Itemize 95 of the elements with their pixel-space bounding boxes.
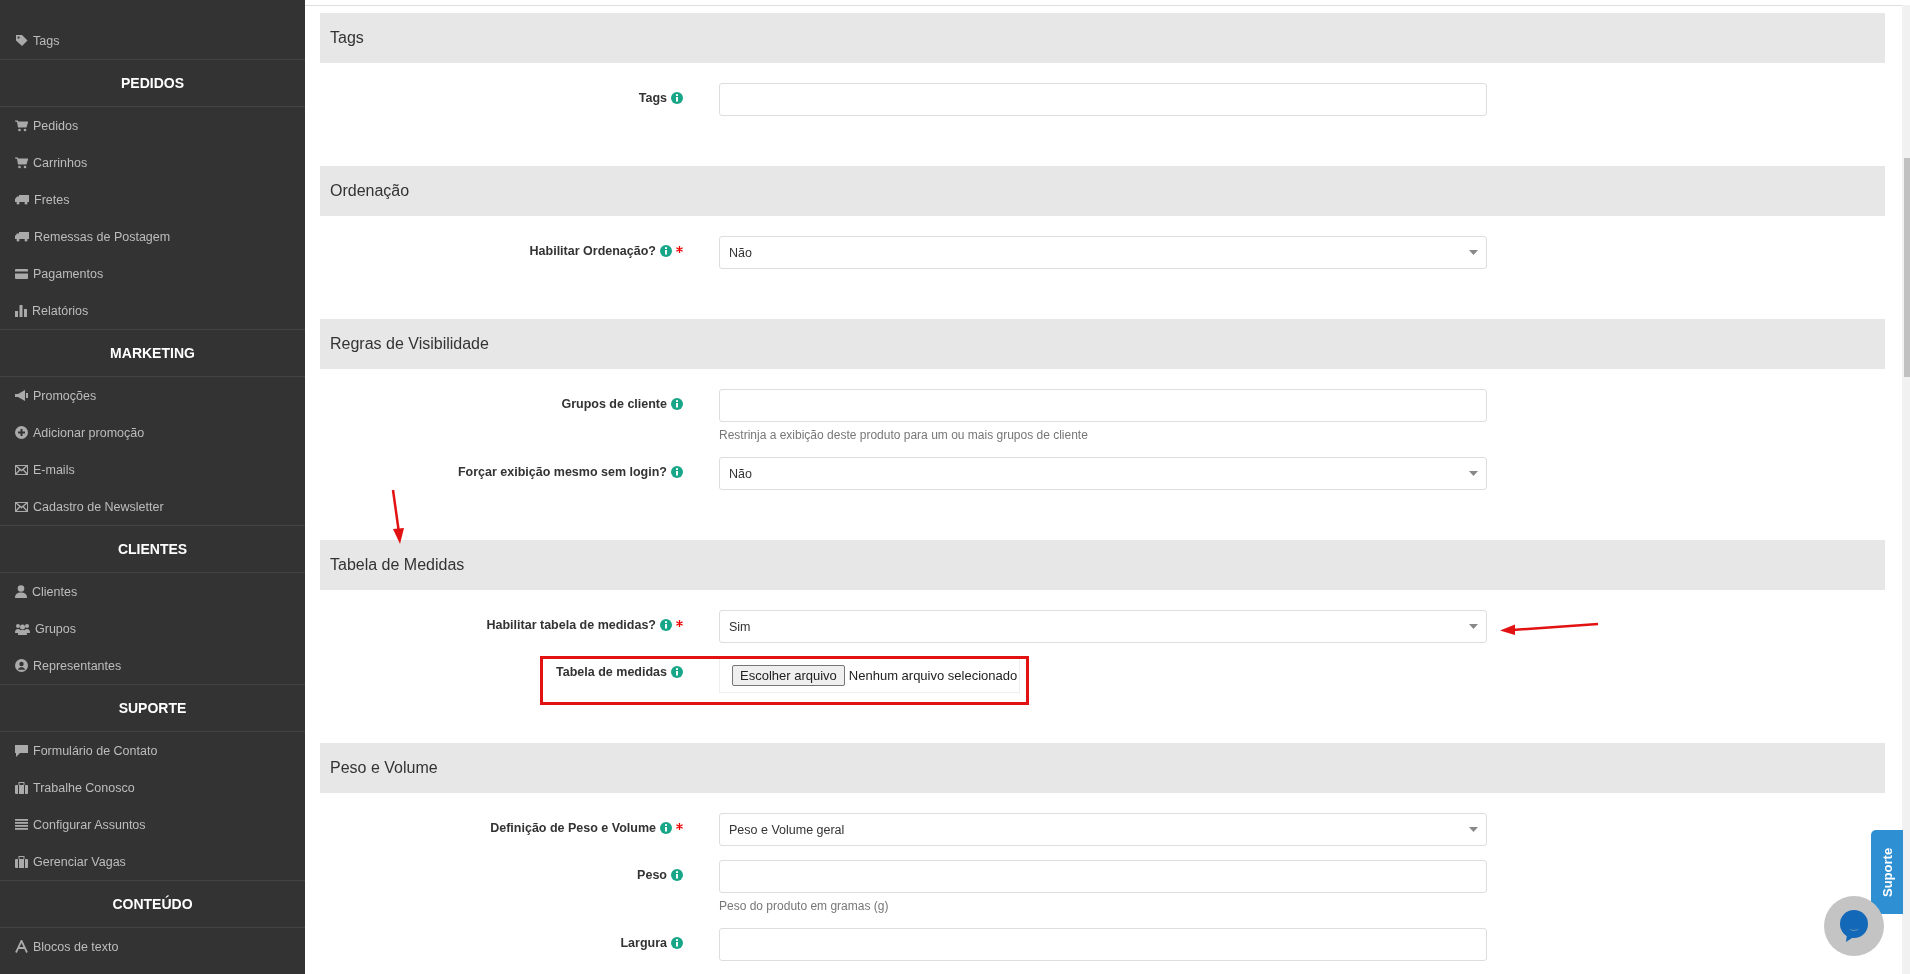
tag-icon	[15, 34, 28, 47]
sidebar-link[interactable]: Cadastro de Newsletter	[33, 499, 164, 514]
dropdown-caret-icon	[1469, 624, 1478, 629]
comment-icon	[15, 744, 28, 757]
sidebar-link[interactable]: Tags	[33, 33, 60, 48]
info-icon	[671, 92, 683, 104]
field-label: Habilitar Ordenação?	[529, 244, 656, 258]
briefcase-icon	[15, 855, 28, 868]
field-label: Definição de Peso e Volume	[490, 821, 656, 835]
field-label: Forçar exibição mesmo sem login?	[457, 465, 667, 479]
select-field[interactable]: Não	[719, 457, 1487, 490]
support-tab[interactable]: Suporte	[1871, 830, 1903, 914]
scrollbar[interactable]	[1902, 5, 1910, 974]
sidebar-link[interactable]: E-mails	[33, 462, 75, 477]
section-title: Tabela de Medidas	[330, 556, 465, 574]
info-icon	[671, 869, 683, 881]
briefcase-icon	[15, 781, 28, 794]
user-icon	[15, 585, 27, 598]
field-label: Largura	[620, 936, 667, 950]
info-icon	[660, 822, 672, 834]
section-title: Regras de Visibilidade	[330, 335, 489, 353]
credit-card-icon	[15, 268, 28, 279]
info-icon	[671, 398, 683, 410]
required-icon	[676, 620, 683, 627]
chat-button[interactable]	[1824, 896, 1884, 956]
info-icon	[671, 466, 683, 478]
truck-icon	[15, 231, 29, 242]
info-icon	[671, 666, 683, 678]
sidebar-link[interactable]: Adicionar promoção	[33, 425, 145, 440]
megaphone-icon	[15, 390, 28, 401]
select-value: Peso e Volume geral	[729, 822, 845, 837]
select-field[interactable]: Não	[719, 236, 1487, 269]
sidebar-heading: MARKETING	[0, 329, 305, 377]
text-field[interactable]	[719, 83, 1487, 116]
sidebar-link[interactable]: Pagamentos	[33, 266, 104, 281]
select-value: Não	[729, 245, 752, 260]
envelope-icon	[15, 464, 28, 475]
field-label: Peso	[637, 868, 667, 882]
sidebar-link[interactable]: Trabalhe Conosco	[33, 780, 135, 795]
sidebar-link[interactable]: Remessas de Postagem	[34, 229, 171, 244]
scrollbar-thumb[interactable]	[1904, 158, 1910, 377]
truck-icon	[15, 194, 29, 205]
sidebar-link[interactable]: Gerenciar Vagas	[33, 854, 126, 869]
field-label: Tabela de medidas	[556, 665, 667, 679]
sidebar-link[interactable]: Blocos de texto	[33, 939, 119, 954]
field-label: Habilitar tabela de medidas?	[486, 618, 656, 632]
cart-icon	[15, 119, 28, 132]
sidebar-link[interactable]: Promoções	[33, 388, 97, 403]
sidebar-link[interactable]: Fretes	[34, 192, 70, 207]
field-label: Grupos de cliente	[561, 397, 667, 411]
text-field[interactable]	[719, 860, 1487, 893]
field-label: Tags	[638, 91, 667, 105]
cart-icon	[15, 156, 28, 169]
text-field[interactable]	[719, 389, 1487, 422]
bar-chart-icon	[15, 304, 27, 317]
sidebar-link[interactable]: Carrinhos	[33, 155, 88, 170]
list-icon	[15, 819, 28, 830]
sidebar-link[interactable]: Configurar Assuntos	[33, 817, 146, 832]
user-circle-icon	[15, 659, 28, 672]
sidebar-heading: SUPORTE	[0, 684, 305, 732]
sidebar-link[interactable]: Grupos	[35, 621, 76, 636]
envelope-icon	[15, 501, 28, 512]
dropdown-caret-icon	[1469, 827, 1478, 832]
section-title: Tags	[330, 29, 364, 47]
info-icon	[671, 937, 683, 949]
choose-file-button[interactable]: Escolher arquivo	[732, 664, 845, 686]
dropdown-caret-icon	[1469, 250, 1478, 255]
select-field[interactable]: Sim	[719, 610, 1487, 643]
sidebar-link[interactable]: Relatórios	[32, 303, 89, 318]
info-icon	[660, 245, 672, 257]
help-text: Restrinja a exibição deste produto para um ou mais grupos de cliente	[719, 427, 1089, 444]
sidebar-heading: CONTEÚDO	[0, 880, 305, 928]
select-value: Sim	[729, 619, 751, 634]
select-value: Não	[729, 466, 752, 481]
plus-circle-icon	[15, 426, 28, 439]
sidebar-heading: PEDIDOS	[0, 59, 305, 107]
font-icon	[15, 940, 28, 953]
file-status: Nenhum arquivo selecionado	[848, 667, 1018, 683]
section-title: Ordenação	[330, 182, 410, 200]
chat-bubble-icon	[1839, 910, 1869, 942]
sidebar-link[interactable]: Formulário de Contato	[33, 743, 158, 758]
sidebar-heading: CLIENTES	[0, 525, 305, 573]
info-icon	[660, 619, 672, 631]
file-input[interactable]: Escolher arquivo Nenhum arquivo selecionado	[719, 657, 1020, 693]
required-icon	[676, 246, 683, 253]
help-text: Peso do produto em gramas (g)	[719, 898, 890, 915]
sidebar-link[interactable]: Pedidos	[33, 118, 79, 133]
section-title: Peso e Volume	[330, 759, 438, 777]
dropdown-caret-icon	[1469, 471, 1478, 476]
text-field[interactable]	[719, 928, 1487, 961]
users-icon	[15, 622, 30, 635]
sidebar-link[interactable]: Clientes	[32, 584, 78, 599]
required-icon	[676, 823, 683, 830]
sidebar-link[interactable]: Representantes	[33, 658, 122, 673]
select-field[interactable]: Peso e Volume geral	[719, 813, 1487, 846]
